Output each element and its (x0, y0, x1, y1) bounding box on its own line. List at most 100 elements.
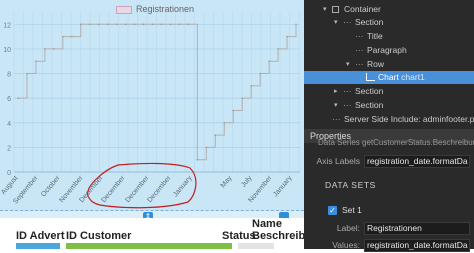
chart-icon (366, 73, 375, 81)
values-input[interactable]: registration_date.formatDa (364, 239, 470, 252)
data-point (44, 48, 46, 50)
tree-item-section[interactable]: ▾ ⋯ Section (304, 16, 474, 29)
data-point (268, 60, 270, 63)
data-point (26, 72, 28, 75)
element-icon: ⋯ (343, 86, 352, 96)
tree-item-title[interactable]: ⋯ Title (304, 30, 474, 43)
data-point (250, 85, 252, 87)
expand-arrow-icon[interactable]: ▾ (346, 58, 350, 71)
element-icon: ⋯ (355, 59, 364, 69)
data-point (62, 35, 64, 38)
data-point (17, 97, 19, 99)
tree-item-server-side-include[interactable]: ⋯Server Side Include: adminfooter.php (304, 113, 474, 126)
data-point (205, 146, 208, 149)
y-tick-label: 6 (7, 96, 11, 103)
data-point (196, 158, 199, 161)
set-checkbox[interactable]: ✓ (328, 206, 337, 215)
line-chart: 024681012AugustSeptember OctoberNovemberD… (0, 12, 300, 209)
data-point (79, 23, 82, 26)
element-icon: ⋯ (343, 17, 352, 27)
x-tick-label: December (100, 174, 127, 204)
tree-item-label: Chart chart1 (378, 72, 425, 82)
x-tick-label: January (272, 174, 294, 198)
tree-item-hint: chart1 (398, 72, 425, 82)
col-beschreibung: Beschreibung (252, 230, 304, 242)
data-point (169, 23, 172, 26)
section-divider (0, 210, 304, 211)
tree-item-label: Server Side Include: adminfooter.php (344, 113, 474, 126)
y-tick-label: 10 (3, 47, 11, 54)
y-tick-label: 12 (3, 22, 11, 29)
data-sets-title: DATA SETS (325, 180, 376, 190)
element-icon: ⋯ (355, 31, 364, 41)
legend-swatch (116, 6, 132, 14)
col-id-advert: ID Advert (16, 230, 65, 242)
tree-item-label: Section (355, 17, 384, 27)
col-id-customer: ID Customer (66, 230, 132, 242)
x-tick-label: December (146, 174, 173, 204)
tree-item-section[interactable]: ▸ ⋯ Section (304, 85, 474, 98)
tree-item-label: Paragraph (367, 45, 407, 55)
axis-labels-label: Axis Labels (316, 156, 360, 166)
tree-item-label: Section (355, 100, 384, 110)
tree-item-section[interactable]: ▾ ⋯ Section (304, 99, 474, 112)
cell-placeholder (238, 243, 274, 249)
tree-item-label: Section (355, 86, 384, 96)
tree-item-label: Row (367, 59, 385, 69)
element-icon: ⋯ (355, 45, 364, 55)
tree-item-row[interactable]: ▾ ⋯ Row (304, 58, 474, 71)
data-point (286, 35, 288, 38)
data-point (53, 48, 55, 50)
expand-arrow-icon[interactable]: ▾ (334, 99, 338, 112)
axis-labels-input[interactable]: registration_date.formatDa (364, 155, 470, 168)
series-line (18, 23, 297, 161)
data-point (97, 23, 100, 26)
x-tick-label: October (40, 174, 62, 198)
x-tick-label: May (220, 174, 234, 189)
expand-arrow-icon[interactable]: ▾ (334, 16, 338, 29)
container-icon (332, 6, 339, 13)
chart-container[interactable]: 0 2 4 6 8 10 12 August September October November D… (0, 0, 304, 211)
data-series-row: Data Series getCustomerStatus.Beschreibu… (318, 138, 474, 147)
tree-item-label: Container (344, 4, 381, 14)
data-point (241, 97, 243, 99)
tree-item-paragraph[interactable]: ⋯ Paragraph (304, 44, 474, 57)
data-point (160, 23, 163, 26)
values-row: Values: registration_date.formatDa (304, 239, 474, 253)
axis-labels-row: Axis Labels registration_date.formatDa (304, 155, 474, 169)
tree-item-chart[interactable]: Chart chart1 (304, 71, 474, 84)
x-tick-label: January (172, 174, 194, 198)
data-point (151, 23, 154, 26)
data-point (124, 23, 127, 26)
data-point (106, 23, 109, 26)
legend-label: Registrationen (136, 4, 195, 14)
design-canvas[interactable]: 0 2 4 6 8 10 12 August September October November D… (0, 0, 304, 249)
element-icon: ⋯ (332, 114, 341, 124)
x-tick-label: July (240, 174, 254, 188)
data-point (187, 23, 190, 26)
set-name: Set 1 (342, 205, 362, 215)
data-point (295, 23, 297, 26)
cell-placeholder (16, 243, 60, 249)
tree-item-hint: adminfooter.php (422, 114, 474, 124)
y-tick-label: 8 (7, 72, 11, 79)
col-status: Status (222, 230, 256, 242)
data-point (142, 23, 145, 26)
y-tick-label: 0 (7, 170, 11, 177)
element-icon: ⋯ (343, 100, 352, 110)
tree-item-container[interactable]: ▾ Container (304, 3, 474, 16)
cell-placeholder (66, 243, 232, 249)
data-point (178, 23, 181, 26)
data-point (232, 109, 235, 112)
label-row: Label: Registrationen (304, 222, 474, 236)
col-name: Name (252, 218, 282, 230)
expand-arrow-icon[interactable]: ▾ (323, 3, 327, 16)
y-tick-label: 2 (7, 145, 11, 152)
collapse-arrow-icon[interactable]: ▸ (334, 85, 338, 98)
structure-panel: ▾ Container ▾ ⋯ Section ⋯ Title ⋯ Paragraph ▾ ⋯ Row… (304, 0, 474, 252)
data-point (71, 35, 73, 38)
data-point (259, 72, 261, 75)
label-input[interactable]: Registrationen (364, 222, 470, 235)
x-tick-label: August (0, 175, 19, 196)
data-point (214, 134, 217, 136)
